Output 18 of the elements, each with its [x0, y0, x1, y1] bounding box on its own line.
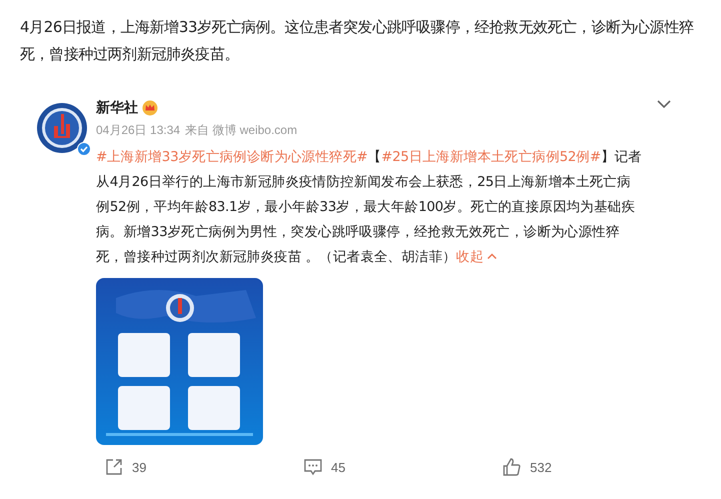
action-count: 532 — [530, 460, 552, 474]
post-time[interactable]: 04月26日 13:34 — [96, 122, 180, 139]
caret-icon — [486, 253, 497, 259]
action-count: 45 — [331, 460, 346, 474]
author-name[interactable]: 新华社 — [96, 99, 138, 117]
comment-icon[interactable] — [303, 457, 323, 477]
action-count: 39 — [132, 460, 146, 474]
avatar-logo[interactable] — [36, 102, 88, 154]
thumbs-up-icon[interactable] — [502, 457, 522, 477]
crown-icon — [142, 100, 158, 116]
topic-link[interactable]: #25日上海新增本土死亡病例52例# — [381, 149, 601, 165]
topic-link[interactable]: #上海新增33岁死亡病例诊断为心源性猝死# — [96, 149, 368, 165]
post-text: #上海新增33岁死亡病例诊断为心源性猝死#【#25日上海新增本土死亡病例52例#】记者从4月26日举行的上海市新冠肺炎疫情防控新闻发布会上获悉，25日上海新增本土死亡病例52例，平均年龄83.1岁，最小年龄33岁，最大年龄100岁。死亡的直接原因均为基础疾病。新增33岁死亡病例为男性，突发心跳呼吸骤停，经抢救无效死亡，诊断为心源性猝死，曾接种过两剂次新冠肺炎疫苗 。（记者袁全、胡洁菲）收起 — [96, 148, 643, 267]
article-paragraph: 4月26日报道，上海新增33岁死亡病例。这位患者突发心跳呼吸骤停，经抢救无效死亡，诊断为心源性猝死，曾接种过两剂新冠肺炎疫苗。 — [20, 17, 695, 65]
chevron-down-icon[interactable] — [657, 100, 671, 108]
post-source: 来自 微博 weibo.com — [185, 122, 298, 139]
share-icon[interactable] — [104, 457, 124, 477]
collapse-link[interactable]: 收起 — [456, 249, 497, 265]
